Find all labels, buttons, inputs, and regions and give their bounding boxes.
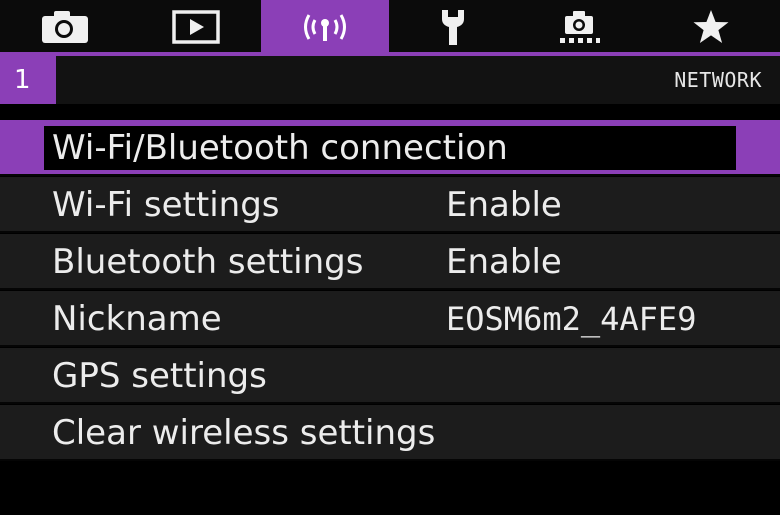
- menu-item-value: Enable: [446, 185, 562, 225]
- menu-item-nickname[interactable]: Nickname EOSM6m2_4AFE9: [0, 291, 780, 347]
- menu-tab-bar: [0, 0, 780, 56]
- star-icon: [693, 10, 729, 43]
- menu-item-clear-wireless-settings[interactable]: Clear wireless settings: [0, 405, 780, 461]
- tab-shooting[interactable]: [8, 0, 122, 54]
- menu-item-label: Clear wireless settings: [52, 413, 436, 453]
- menu-item-label: Bluetooth settings: [52, 242, 364, 282]
- menu-item-bluetooth-settings[interactable]: Bluetooth settings Enable: [0, 234, 780, 290]
- menu-item-label: Wi-Fi settings: [52, 185, 280, 225]
- page-number: 1: [0, 56, 56, 104]
- custom-camera-icon: [560, 11, 600, 43]
- wrench-icon: [442, 10, 464, 45]
- tab-custom-functions[interactable]: [518, 0, 640, 54]
- tab-my-menu[interactable]: [648, 0, 774, 54]
- tab-setup[interactable]: [392, 0, 514, 54]
- menu-item-wifi-bluetooth-connection[interactable]: Wi-Fi/Bluetooth connection: [0, 120, 780, 176]
- playback-icon: [172, 10, 220, 44]
- page-title: NETWORK: [674, 68, 762, 92]
- menu-item-value: Enable: [446, 242, 562, 282]
- tab-wireless[interactable]: [261, 0, 389, 54]
- menu-item-wifi-settings[interactable]: Wi-Fi settings Enable: [0, 177, 780, 233]
- menu-item-value: EOSM6m2_4AFE9: [446, 300, 697, 338]
- menu-item-label: Nickname: [52, 299, 222, 339]
- menu-item-label: GPS settings: [52, 356, 267, 396]
- tab-playback[interactable]: [135, 0, 257, 54]
- wireless-icon: [304, 14, 346, 41]
- menu-page-header: 1 NETWORK: [0, 56, 780, 104]
- menu-item-label: Wi-Fi/Bluetooth connection: [52, 128, 508, 168]
- camera-icon: [42, 11, 88, 43]
- menu-item-gps-settings[interactable]: GPS settings: [0, 348, 780, 404]
